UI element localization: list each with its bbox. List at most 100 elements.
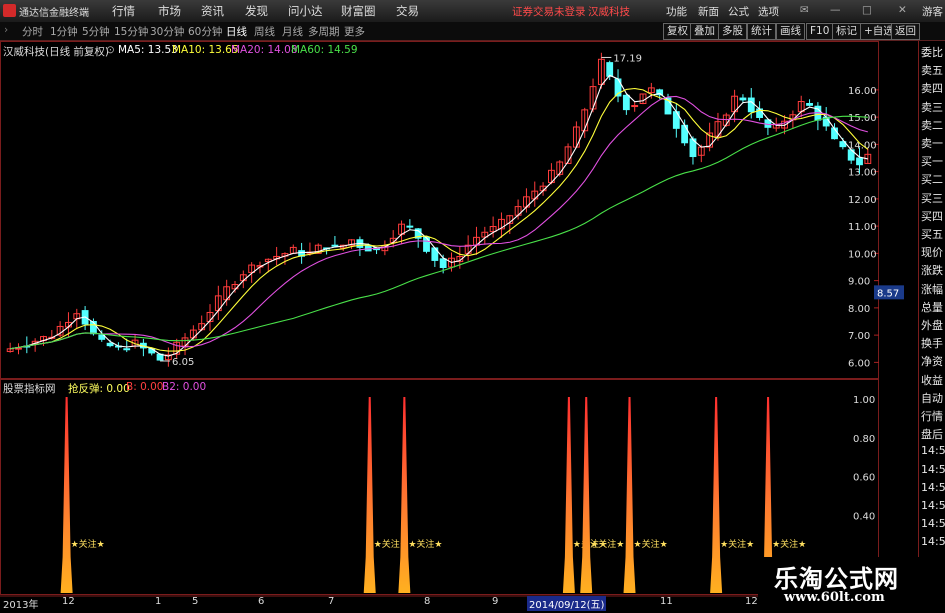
- menu-caifuquan[interactable]: 财富圈: [341, 3, 376, 19]
- ma60-label: MA60: 14.59: [291, 44, 358, 56]
- side-panel-label: 收益: [921, 373, 943, 387]
- candle-body: [622, 94, 630, 111]
- back-button[interactable]: 返回: [891, 23, 920, 40]
- x-tick: 7: [328, 596, 335, 607]
- minimize-icon[interactable]: —: [830, 4, 841, 16]
- menu-faxian[interactable]: 发现: [245, 3, 268, 19]
- ma10-line: [10, 87, 869, 352]
- signal-spike: [623, 397, 636, 593]
- current-price-label: 8.57: [877, 288, 899, 299]
- side-panel-label: 行情: [921, 410, 943, 423]
- side-panel-label: 现价: [921, 246, 943, 260]
- menu-gongshi[interactable]: 公式: [728, 4, 749, 19]
- candle-body: [406, 225, 414, 228]
- menu-zixun[interactable]: 资讯: [201, 3, 224, 19]
- side-panel-label: 涨幅: [921, 282, 943, 296]
- sub-frame: [0, 379, 879, 595]
- y-tick-label: 15.00: [848, 113, 877, 124]
- ma5-label: MA5: 13.53: [118, 44, 178, 56]
- signal-spike: [363, 397, 376, 593]
- chart-title: 汉威科技(日线 前复权): [3, 46, 110, 58]
- sub-indicator-1: 抢反弹: 0.00: [68, 383, 130, 395]
- period-30min[interactable]: 30分钟: [150, 24, 184, 39]
- menu-wenxiaoda[interactable]: 问小达: [288, 3, 323, 19]
- watermark-url: www.60lt.com: [784, 590, 885, 605]
- ma20-label: MA20: 14.08: [231, 44, 298, 56]
- y-tick-label: 13.00: [848, 168, 877, 179]
- side-panel-label: 14:50: [921, 480, 945, 494]
- period-monthly[interactable]: 月线: [282, 24, 303, 39]
- menu-xuanxiang[interactable]: 选项: [758, 4, 779, 19]
- side-panel-label: 换手: [921, 337, 943, 351]
- y-tick-label: 7.00: [848, 331, 870, 342]
- signal-label: ★关注★: [720, 538, 754, 550]
- max-price-label: 17.19: [613, 53, 642, 64]
- watermark-title: 乐淘公式网: [774, 564, 899, 593]
- signal-label: ★关注★: [590, 538, 624, 550]
- signal-spike: [710, 397, 723, 593]
- period-daily[interactable]: 日线: [226, 24, 247, 39]
- period-1min[interactable]: 1分钟: [50, 24, 78, 39]
- side-panel-label: 涨跌: [921, 264, 943, 278]
- chart-settings-icon[interactable]: ⊙: [106, 44, 115, 56]
- toolbar-arrow-icon[interactable]: ›: [4, 24, 8, 36]
- menu-shichang[interactable]: 市场: [158, 3, 181, 19]
- signal-label: ★关注★: [634, 538, 668, 550]
- side-panel-label: 卖二: [921, 118, 943, 132]
- period-weekly[interactable]: 周线: [254, 24, 275, 39]
- side-panel-label: 卖五: [921, 64, 943, 78]
- period-60min[interactable]: 60分钟: [188, 24, 222, 39]
- main-frame: [0, 41, 879, 379]
- candle-body: [364, 244, 372, 252]
- y-tick-label: 16.00: [848, 86, 877, 97]
- side-panel-label: 买五: [921, 228, 943, 241]
- close-icon[interactable]: ✕: [898, 4, 907, 16]
- multi-stock-button[interactable]: 多股: [718, 23, 747, 40]
- menu-hangqing[interactable]: 行情: [112, 3, 135, 19]
- period-fenshi[interactable]: 分时: [22, 24, 43, 39]
- ma60-line: [10, 115, 868, 350]
- candle-body: [631, 105, 639, 108]
- draw-button[interactable]: 画线: [776, 23, 805, 40]
- side-panel-label: 14:50: [921, 499, 945, 512]
- menu-jiaoyi[interactable]: 交易: [396, 3, 419, 19]
- menu-xinmian[interactable]: 新面: [698, 4, 719, 19]
- side-panel-label: 自动: [921, 391, 943, 405]
- signal-spike: [562, 397, 575, 593]
- side-panel-label: 14:50: [921, 535, 945, 549]
- login-warning[interactable]: 证券交易未登录: [512, 4, 586, 19]
- mail-icon[interactable]: ✉: [800, 4, 809, 16]
- period-5min[interactable]: 5分钟: [82, 24, 110, 39]
- mark-button[interactable]: 标记: [832, 23, 861, 40]
- f10-button[interactable]: F10: [806, 23, 834, 40]
- kline-chart[interactable]: 16.0015.0014.0013.0012.0011.0010.009.008…: [0, 41, 918, 609]
- stats-button[interactable]: 统计: [747, 23, 776, 40]
- y-tick-label: 10.00: [848, 249, 877, 260]
- period-toolbar: › 分时 1分钟 5分钟 15分钟 30分钟 60分钟 日线 周线 月线 多周期…: [0, 22, 945, 41]
- app-logo-icon: [3, 4, 16, 17]
- candle-body: [747, 97, 755, 113]
- x-tick: 9: [492, 596, 499, 607]
- period-multi[interactable]: 多周期: [308, 24, 340, 39]
- maximize-icon[interactable]: □: [862, 4, 872, 16]
- app-title: 通达信金融终端: [19, 8, 89, 19]
- fuquan-button[interactable]: 复权: [663, 23, 692, 40]
- side-panel-label: 买三: [921, 191, 943, 205]
- side-panel-label: 委比: [921, 46, 943, 59]
- signal-spike: [580, 397, 593, 593]
- menu-gongneng[interactable]: 功能: [666, 4, 687, 19]
- chart-area[interactable]: 16.00 15.00 14.00 13.00 12.00 11.00 10.00 9.00 8…: [0, 41, 918, 609]
- x-tick: 11: [660, 596, 673, 607]
- period-15min[interactable]: 15分钟: [114, 24, 148, 39]
- candle-body: [439, 258, 447, 268]
- candle-body: [606, 62, 614, 77]
- period-more[interactable]: 更多: [344, 24, 365, 39]
- watermark: 乐淘公式网 www.60lt.com: [758, 557, 945, 609]
- signal-label: ★关注★: [71, 538, 105, 550]
- candle-body: [739, 97, 747, 101]
- side-panel-label: 14:50: [921, 444, 945, 458]
- guest-label[interactable]: 游客: [922, 4, 943, 19]
- side-panel-label: 买四: [921, 209, 943, 223]
- overlay-button[interactable]: 叠加: [690, 23, 719, 40]
- x-tick: 1: [155, 596, 162, 607]
